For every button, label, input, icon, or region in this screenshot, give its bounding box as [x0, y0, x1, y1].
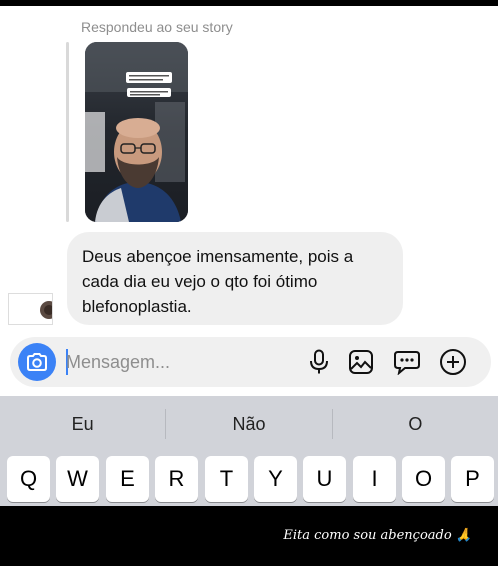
key-y[interactable]: Y [254, 456, 297, 502]
avatar[interactable] [8, 293, 53, 325]
suggestion-bar: Eu Não O [0, 396, 498, 452]
suggestion-1[interactable]: Eu [0, 396, 165, 452]
message-composer [10, 337, 491, 387]
story-thumbnail[interactable] [85, 42, 188, 222]
key-p[interactable]: P [451, 456, 494, 502]
suggestion-3[interactable]: O [333, 396, 498, 452]
keyboard: Eu Não O Q W E R T Y U I O P [0, 396, 498, 506]
chat-area: Respondeu ao seu story Deus abençoe imen… [0, 6, 498, 396]
message-bubble[interactable]: Deus abençoe imensamente, pois a cada di… [67, 232, 403, 325]
sticker-button[interactable] [392, 347, 422, 377]
key-u[interactable]: U [303, 456, 346, 502]
key-o[interactable]: O [402, 456, 445, 502]
gallery-button[interactable] [346, 347, 376, 377]
story-caption: Eita como sou abençoado 🙏 [283, 528, 472, 543]
key-t[interactable]: T [205, 456, 248, 502]
key-q[interactable]: Q [7, 456, 50, 502]
key-i[interactable]: I [353, 456, 396, 502]
story-photo [85, 42, 188, 222]
camera-button[interactable] [18, 343, 56, 381]
plus-circle-icon [440, 349, 466, 375]
message-input[interactable] [66, 347, 246, 377]
add-button[interactable] [438, 347, 468, 377]
reply-indicator-bar [66, 42, 69, 222]
key-e[interactable]: E [106, 456, 149, 502]
key-r[interactable]: R [155, 456, 198, 502]
chat-bubble-icon [394, 351, 420, 375]
reply-label: Respondeu ao seu story [81, 19, 233, 35]
suggestion-2[interactable]: Não [166, 396, 331, 452]
microphone-button[interactable] [304, 347, 334, 377]
microphone-icon [310, 349, 328, 374]
image-icon [349, 350, 373, 374]
key-w[interactable]: W [56, 456, 99, 502]
camera-icon [27, 353, 47, 371]
